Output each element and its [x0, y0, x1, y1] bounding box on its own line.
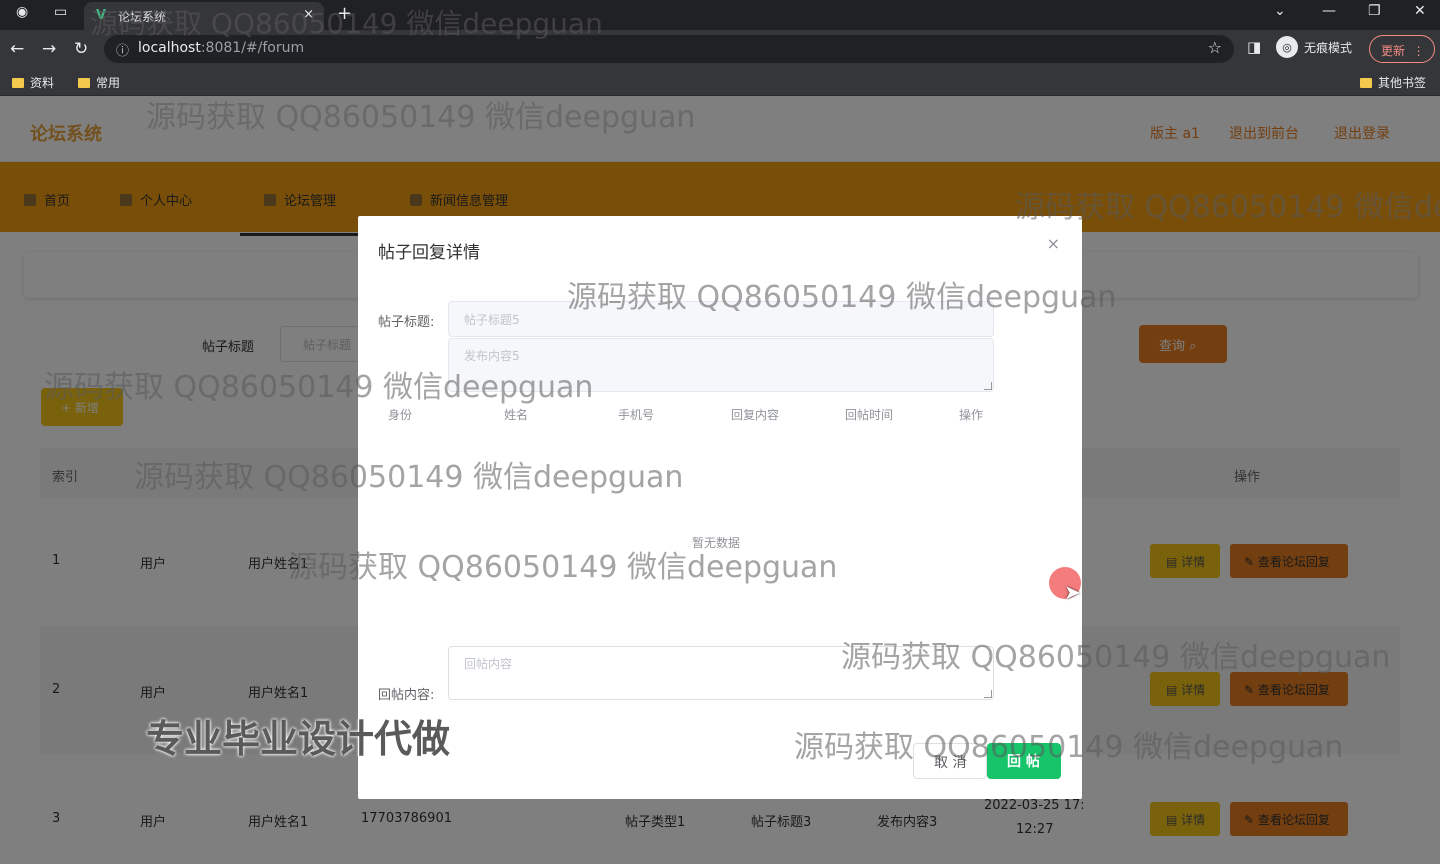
bookmark-folder-0[interactable]: 资料	[12, 74, 54, 91]
restore-icon[interactable]: ❐	[1368, 3, 1381, 19]
dialog-title: 帖子回复详情	[378, 243, 480, 263]
reply-col-actions: 操作	[959, 408, 984, 422]
browser-tab-bar: ◉ ▭ V 论坛系统 × + ⌄ — ❐ ✕	[0, 0, 1440, 30]
cancel-button[interactable]: 取 消	[913, 743, 987, 779]
new-tab-icon[interactable]: +	[337, 3, 352, 24]
browser-tab[interactable]: V 论坛系统 ×	[84, 2, 324, 30]
incognito-indicator[interactable]: ◎ 无痕模式	[1276, 36, 1352, 58]
bookmarks-bar: 资料 常用 其他书签	[0, 68, 1440, 96]
reload-icon[interactable]: ↻	[74, 39, 88, 59]
forward-icon[interactable]: →	[42, 39, 56, 59]
resize-handle-icon[interactable]	[984, 690, 992, 698]
reply-detail-dialog: 帖子回复详情 × 帖子标题: 帖子标题5 发布内容5 身份 姓名 手机号 回复内…	[358, 216, 1082, 799]
folder-icon	[12, 77, 24, 88]
update-button[interactable]: 更新 ⋮	[1369, 35, 1435, 63]
tab-close-icon[interactable]: ×	[303, 7, 314, 22]
reply-col-time: 回帖时间	[845, 408, 894, 422]
promo-watermark: 专业毕业设计代做	[146, 717, 451, 761]
tab-search-icon[interactable]: ▭	[54, 4, 67, 20]
tab-title: 论坛系统	[118, 10, 167, 24]
post-content-field: 发布内容5	[448, 338, 994, 392]
mouse-cursor-icon: ➤	[1064, 580, 1081, 604]
url-field[interactable]: ⓘ localhost:8081/#/forum ☆	[104, 35, 1234, 63]
reply-col-role: 身份	[388, 408, 413, 422]
incognito-icon: ◎	[1276, 36, 1298, 58]
other-bookmarks[interactable]: 其他书签	[1360, 74, 1426, 91]
folder-icon	[1360, 77, 1372, 88]
url-text: localhost:8081/#/forum	[138, 40, 305, 56]
resize-handle-icon[interactable]	[984, 382, 992, 390]
incognito-label: 无痕模式	[1304, 40, 1353, 55]
bookmark-star-icon[interactable]: ☆	[1208, 38, 1222, 57]
post-title-field: 帖子标题5	[448, 301, 994, 337]
submit-reply-button[interactable]: 回 帖	[987, 743, 1061, 779]
vue-favicon-icon: V	[96, 8, 107, 23]
bookmark-folder-1[interactable]: 常用	[78, 74, 120, 91]
tab-list-chevron-icon[interactable]: ⌄	[1274, 3, 1286, 19]
reply-col-name: 姓名	[504, 408, 529, 422]
back-icon[interactable]: ←	[10, 39, 24, 59]
folder-icon	[78, 77, 90, 88]
minimize-icon[interactable]: —	[1322, 3, 1336, 19]
reply-content-input[interactable]: 回帖内容	[448, 646, 994, 700]
side-panel-icon[interactable]: ◨	[1247, 38, 1261, 56]
site-info-icon[interactable]: ⓘ	[116, 40, 129, 59]
post-title-label: 帖子标题:	[378, 315, 435, 330]
reply-content-label: 回帖内容:	[378, 688, 435, 703]
address-bar: ← → ↻ ⓘ localhost:8081/#/forum ☆ ◨ ◎ 无痕模…	[0, 30, 1440, 68]
dialog-close-icon[interactable]: ×	[1047, 234, 1060, 253]
browser-menu-icon[interactable]: ◉	[16, 4, 28, 20]
empty-state: 暂无数据	[692, 536, 741, 550]
reply-col-content: 回复内容	[731, 408, 780, 422]
window-close-icon[interactable]: ✕	[1414, 3, 1426, 19]
reply-col-phone: 手机号	[618, 408, 655, 422]
